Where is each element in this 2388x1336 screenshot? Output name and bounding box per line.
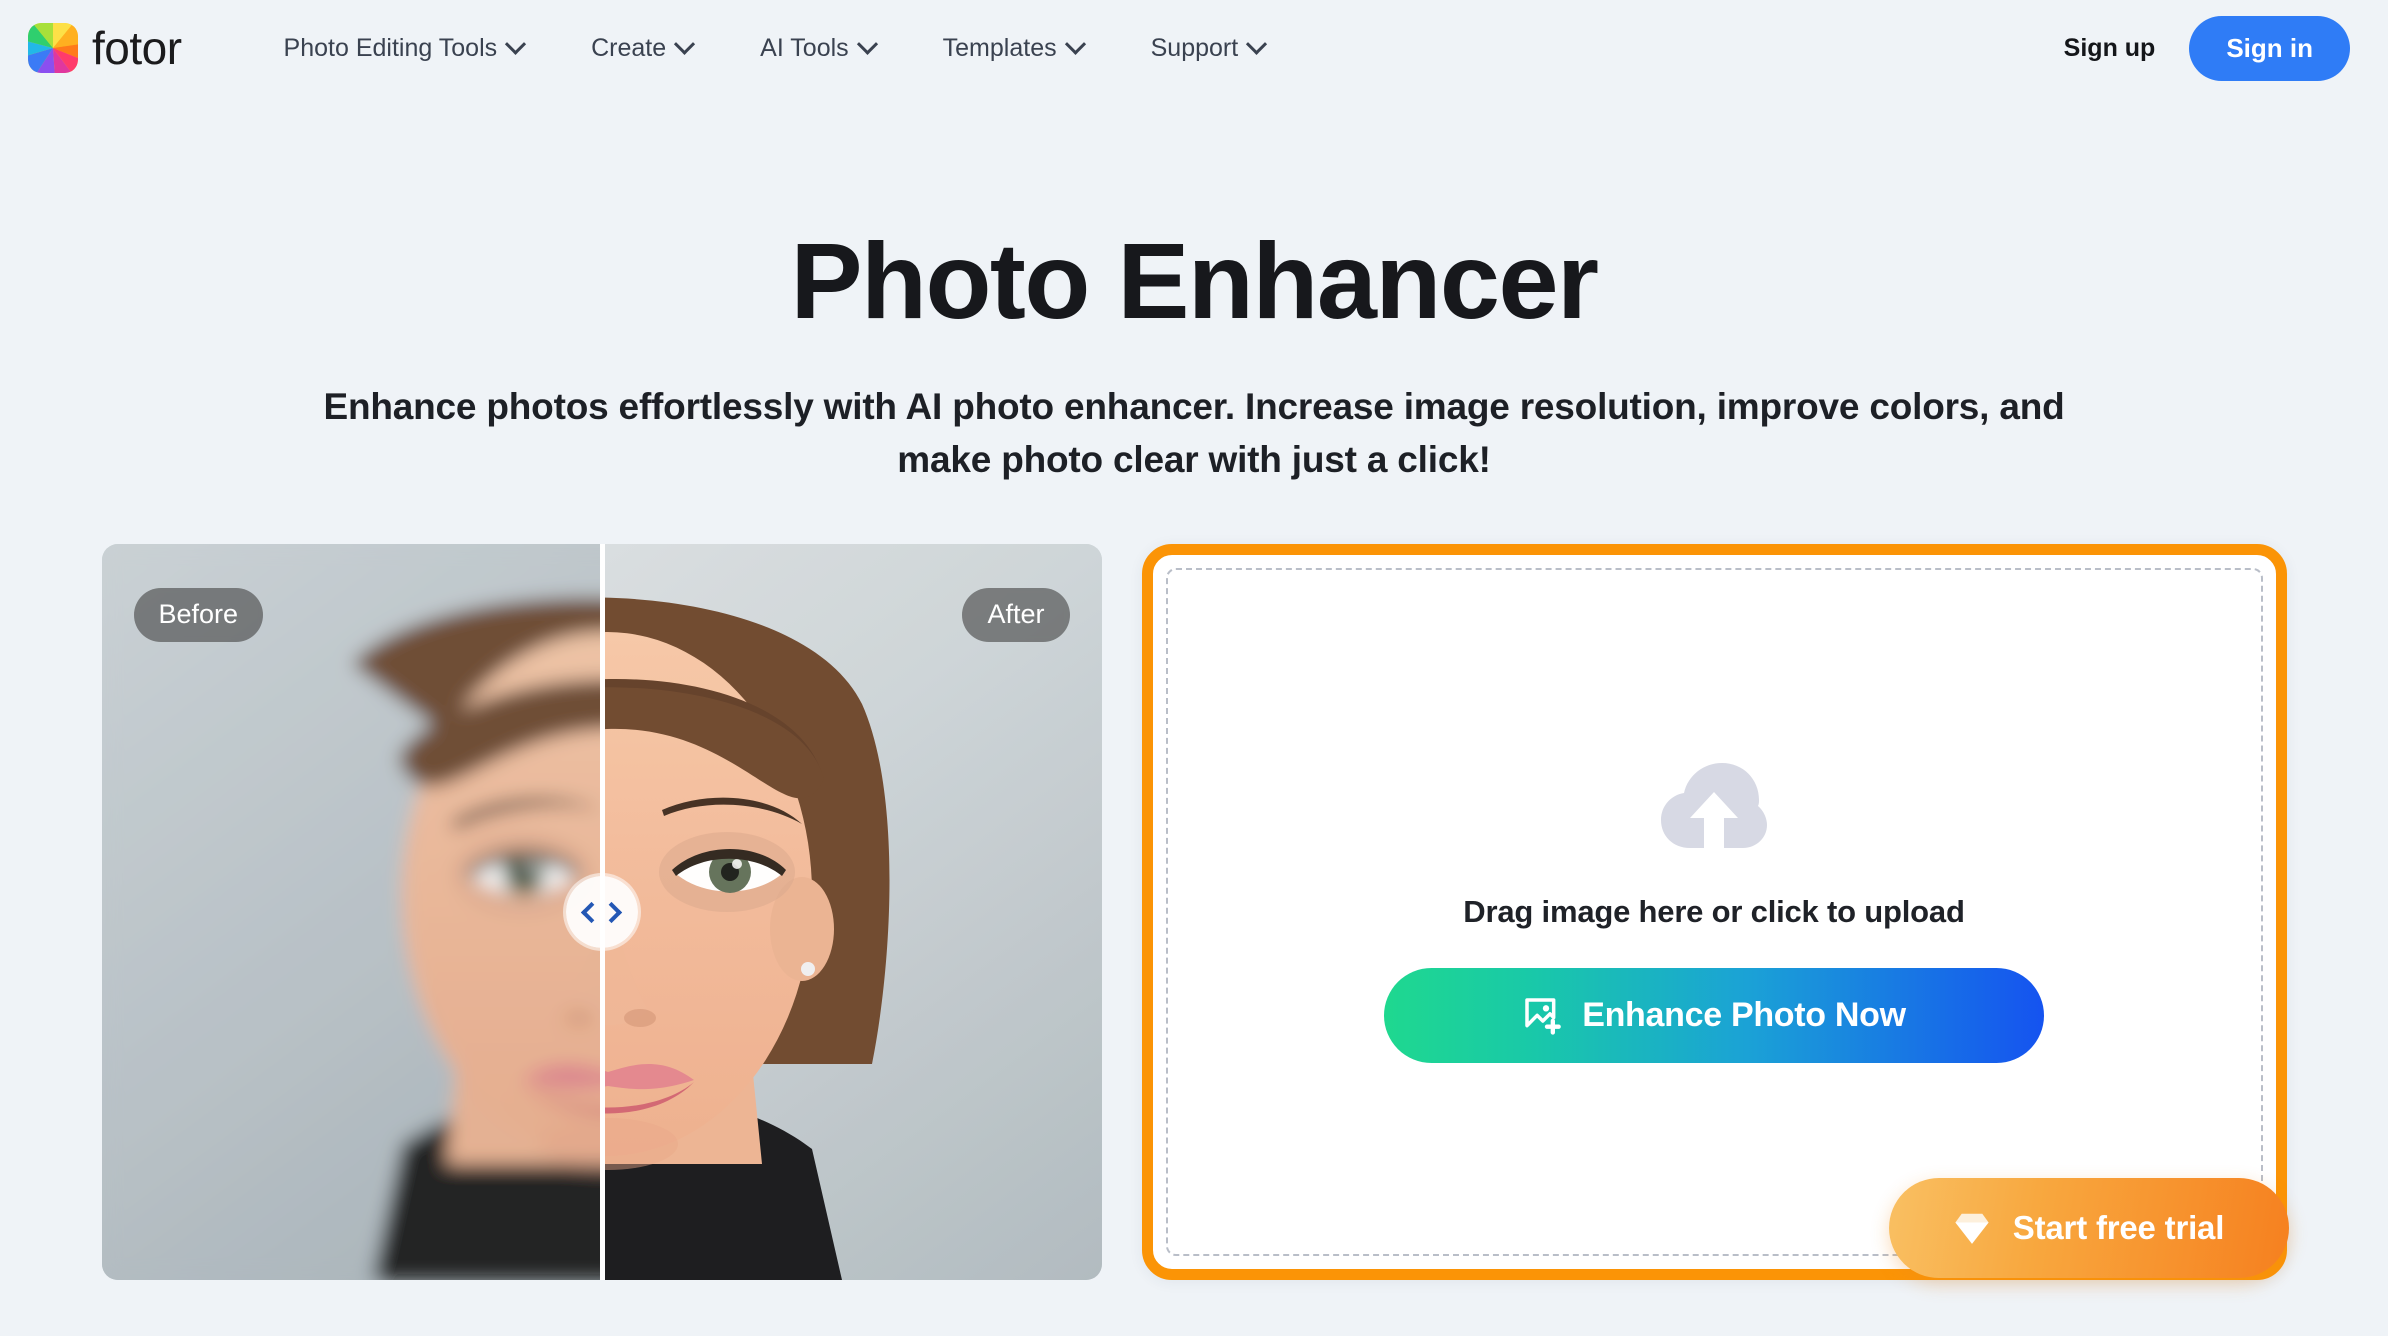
chevron-down-icon: [856, 33, 878, 55]
diamond-gem-icon: [1955, 1214, 1989, 1245]
chevron-left-icon: [580, 901, 603, 924]
brand-logo[interactable]: fotor: [28, 23, 182, 73]
brand-name: fotor: [92, 22, 182, 74]
main-nav: Photo Editing Tools Create AI Tools Temp…: [250, 24, 1299, 73]
nav-label: Photo Editing Tools: [283, 33, 498, 62]
page-subtitle: Enhance photos effortlessly with AI phot…: [323, 386, 2065, 480]
chevron-down-icon: [1246, 33, 1268, 55]
drag-instruction-text: Drag image here or click to upload: [1463, 893, 1965, 929]
chevron-down-icon: [1064, 33, 1086, 55]
nav-label: AI Tools: [760, 33, 849, 62]
before-label-badge: Before: [133, 588, 264, 642]
site-header: fotor Photo Editing Tools Create AI Tool…: [0, 0, 2388, 96]
enhance-photo-button[interactable]: Enhance Photo Now: [1384, 967, 2044, 1063]
sign-up-link[interactable]: Sign up: [2064, 34, 2156, 63]
page-title: Photo Enhancer: [790, 220, 1599, 341]
nav-item-support[interactable]: Support: [1117, 24, 1299, 73]
chevron-down-icon: [674, 33, 696, 55]
nav-label: Support: [1150, 33, 1239, 62]
upload-dropzone[interactable]: Drag image here or click to upload Enhan…: [1165, 568, 2289, 1279]
chevron-down-icon: [505, 33, 527, 55]
account-actions: Sign up Sign in: [2064, 15, 2360, 81]
nav-label: Templates: [942, 33, 1057, 62]
main-content: Before After Drag image here or click to…: [0, 544, 2388, 1281]
before-after-comparison[interactable]: Before After: [101, 544, 1102, 1281]
nav-item-ai-tools[interactable]: AI Tools: [726, 24, 908, 73]
hero-section: Photo Enhancer Enhance photos effortless…: [0, 96, 2388, 486]
comparison-slider-handle[interactable]: [565, 876, 638, 949]
cloud-upload-icon: [1661, 762, 1767, 854]
sign-in-button[interactable]: Sign in: [2189, 15, 2350, 81]
color-wheel-logo-icon: [28, 23, 78, 73]
chevron-right-icon: [600, 901, 623, 924]
after-label-badge: After: [962, 588, 1070, 642]
start-free-trial-label: Start free trial: [2012, 1209, 2225, 1247]
nav-label: Create: [591, 33, 667, 62]
enhance-photo-label: Enhance Photo Now: [1582, 995, 1906, 1034]
add-image-icon: [1525, 998, 1562, 1036]
upload-panel: Drag image here or click to upload Enhan…: [1141, 544, 2289, 1281]
start-free-trial-button[interactable]: Start free trial: [1888, 1178, 2289, 1279]
nav-item-create[interactable]: Create: [557, 24, 726, 73]
nav-item-templates[interactable]: Templates: [909, 24, 1117, 73]
nav-item-photo-editing-tools[interactable]: Photo Editing Tools: [250, 24, 558, 73]
